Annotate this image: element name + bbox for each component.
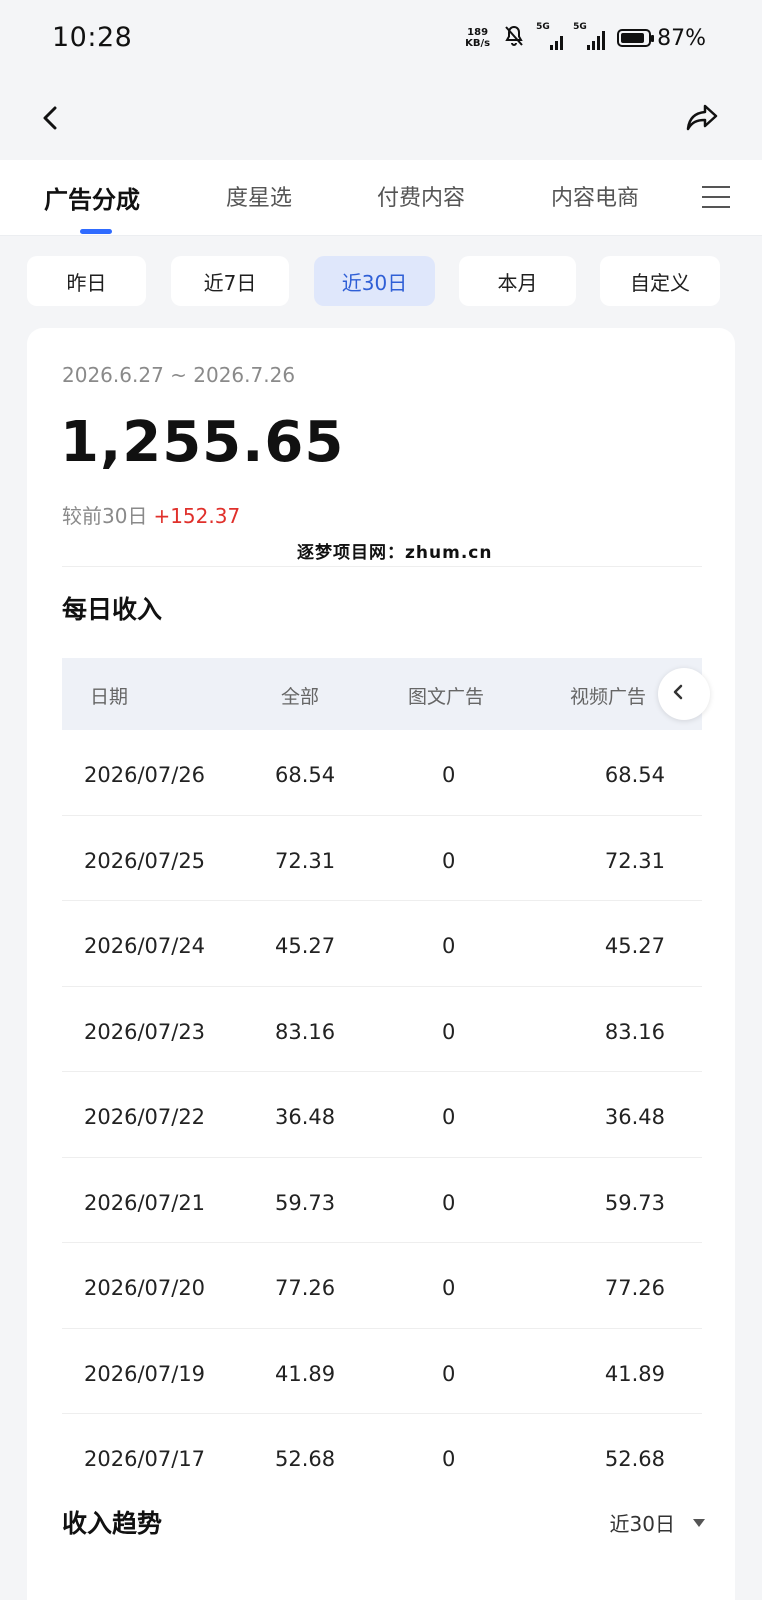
range-7-days-button[interactable]: 近7日 <box>171 256 289 306</box>
network-speed: 189 KB/s <box>465 27 490 49</box>
battery-icon <box>617 29 655 47</box>
battery-percent: 87% <box>657 25 706 51</box>
cell-all: 45.27 <box>275 934 336 958</box>
cell-video-ads: 68.54 <box>604 763 665 787</box>
range-yesterday-button[interactable]: 昨日 <box>27 256 146 306</box>
signal-label: 5G <box>536 22 550 32</box>
tab-ad-revenue[interactable]: 广告分成 <box>44 180 140 215</box>
revenue-card: 2026.6.27 ~ 2026.7.26 1,255.65 较前30日 +152… <box>27 328 735 1600</box>
range-this-month-button[interactable]: 本月 <box>459 256 576 306</box>
caret-down-icon <box>693 1518 705 1527</box>
nav-bar <box>0 82 762 160</box>
table-row: 2026/07/22 36.48 0 36.48 <box>62 1072 702 1158</box>
cell-image-ads: 0 <box>442 1105 456 1129</box>
table-row: 2026/07/20 77.26 0 77.26 <box>62 1243 702 1329</box>
cell-image-ads: 0 <box>442 1276 456 1300</box>
column-header-image-ads: 图文广告 <box>408 686 485 708</box>
cell-date: 2026/07/19 <box>84 1361 206 1386</box>
cell-all: 41.89 <box>275 1361 336 1386</box>
cell-date: 2026/07/24 <box>84 934 206 958</box>
active-tab-indicator <box>80 229 112 234</box>
cell-image-ads: 0 <box>442 1190 456 1215</box>
cell-video-ads: 52.68 <box>604 1447 665 1471</box>
status-bar: 10:28 189 KB/s 5G 5G 87% <box>0 0 762 82</box>
cell-image-ads: 0 <box>442 1019 456 1044</box>
column-header-date: 日期 <box>90 686 129 708</box>
total-revenue: 1,255.65 <box>60 410 345 475</box>
range-custom-button[interactable]: 自定义 <box>600 256 720 306</box>
cell-all: 77.26 <box>275 1276 336 1300</box>
cell-video-ads: 83.16 <box>604 1019 665 1044</box>
table-row: 2026/07/24 45.27 0 45.27 <box>62 901 702 987</box>
cell-video-ads: 77.26 <box>604 1276 665 1300</box>
income-trend-title: 收入趋势 <box>62 1509 163 1538</box>
signal-icon: 5G <box>536 22 564 50</box>
daily-income-table: 2026/07/26 68.54 0 68.54 2026/07/25 72.31 0 72.… <box>62 730 702 1500</box>
trend-range-value: 近30日 <box>609 1512 675 1536</box>
cell-video-ads: 41.89 <box>604 1361 665 1386</box>
cell-date: 2026/07/23 <box>84 1019 206 1044</box>
cell-all: 59.73 <box>275 1190 336 1215</box>
table-scroll-left-button[interactable] <box>658 668 710 720</box>
cell-video-ads: 36.48 <box>604 1105 665 1129</box>
tab-du-star[interactable]: 度星选 <box>226 180 292 212</box>
cell-video-ads: 59.73 <box>604 1190 665 1215</box>
battery-indicator: 87% <box>617 26 706 51</box>
column-header-video-ads: 视频广告 <box>570 686 647 708</box>
table-header: 日期 全部 图文广告 视频广告 <box>62 658 710 730</box>
signal-icon: 5G <box>573 22 606 50</box>
divider <box>62 566 702 567</box>
cell-all: 68.54 <box>275 763 336 787</box>
chevron-left-icon <box>39 105 61 135</box>
comparison-label: 较前30日 <box>62 504 148 528</box>
table-row: 2026/07/19 41.89 0 41.89 <box>62 1329 702 1414</box>
cell-video-ads: 45.27 <box>604 934 665 958</box>
network-speed-unit: KB/s <box>465 38 491 49</box>
cell-image-ads: 0 <box>442 934 456 958</box>
table-row: 2026/07/25 72.31 0 72.31 <box>62 816 702 901</box>
table-row: 2026/07/23 83.16 0 83.16 <box>62 987 702 1072</box>
cell-image-ads: 0 <box>442 1447 456 1471</box>
cell-image-ads: 0 <box>442 763 456 787</box>
cell-image-ads: 0 <box>442 848 456 873</box>
cell-video-ads: 72.31 <box>604 848 665 873</box>
trend-range-dropdown[interactable]: 近30日 <box>610 1508 705 1537</box>
share-icon <box>685 103 719 137</box>
table-row: 2026/07/26 68.54 0 68.54 <box>62 730 702 816</box>
tab-paid-content[interactable]: 付费内容 <box>377 180 465 212</box>
cell-date: 2026/07/22 <box>84 1105 206 1129</box>
column-header-all: 全部 <box>281 686 320 708</box>
share-button[interactable] <box>682 100 722 140</box>
daily-income-title: 每日收入 <box>62 595 163 624</box>
chevron-left-icon <box>672 683 684 705</box>
cell-date: 2026/07/21 <box>84 1190 206 1215</box>
mute-bell-icon <box>502 24 526 52</box>
cell-all: 52.68 <box>275 1447 336 1471</box>
table-row: 2026/07/17 52.68 0 52.68 <box>62 1414 702 1500</box>
comparison-delta: +152.37 <box>153 504 241 528</box>
back-button[interactable] <box>30 100 70 140</box>
cell-date: 2026/07/25 <box>84 848 206 873</box>
category-tab-bar: 广告分成 度星选 付费内容 内容电商 <box>0 160 762 236</box>
cell-date: 2026/07/20 <box>84 1276 206 1300</box>
cell-date: 2026/07/17 <box>84 1447 206 1471</box>
cell-all: 83.16 <box>275 1019 336 1044</box>
signal-label: 5G <box>573 22 587 32</box>
menu-icon[interactable] <box>702 183 730 211</box>
date-range-text: 2026.6.27 ~ 2026.7.26 <box>62 363 296 387</box>
cell-all: 72.31 <box>275 848 336 873</box>
network-speed-value: 189 <box>467 27 489 38</box>
status-time: 10:28 <box>52 22 133 53</box>
date-range-selector: 昨日 近7日 近30日 本月 自定义 <box>27 256 735 306</box>
status-icons: 189 KB/s 5G 5G 87% <box>465 22 706 52</box>
range-30-days-button[interactable]: 近30日 <box>314 256 435 306</box>
tab-content-ecommerce[interactable]: 内容电商 <box>551 180 639 212</box>
cell-image-ads: 0 <box>442 1361 456 1386</box>
watermark-text: 逐梦项目网：zhum.cn <box>297 543 493 563</box>
cell-date: 2026/07/26 <box>84 763 206 787</box>
table-row: 2026/07/21 59.73 0 59.73 <box>62 1158 702 1243</box>
cell-all: 36.48 <box>275 1105 336 1129</box>
comparison: 较前30日 +152.37 <box>62 500 240 529</box>
